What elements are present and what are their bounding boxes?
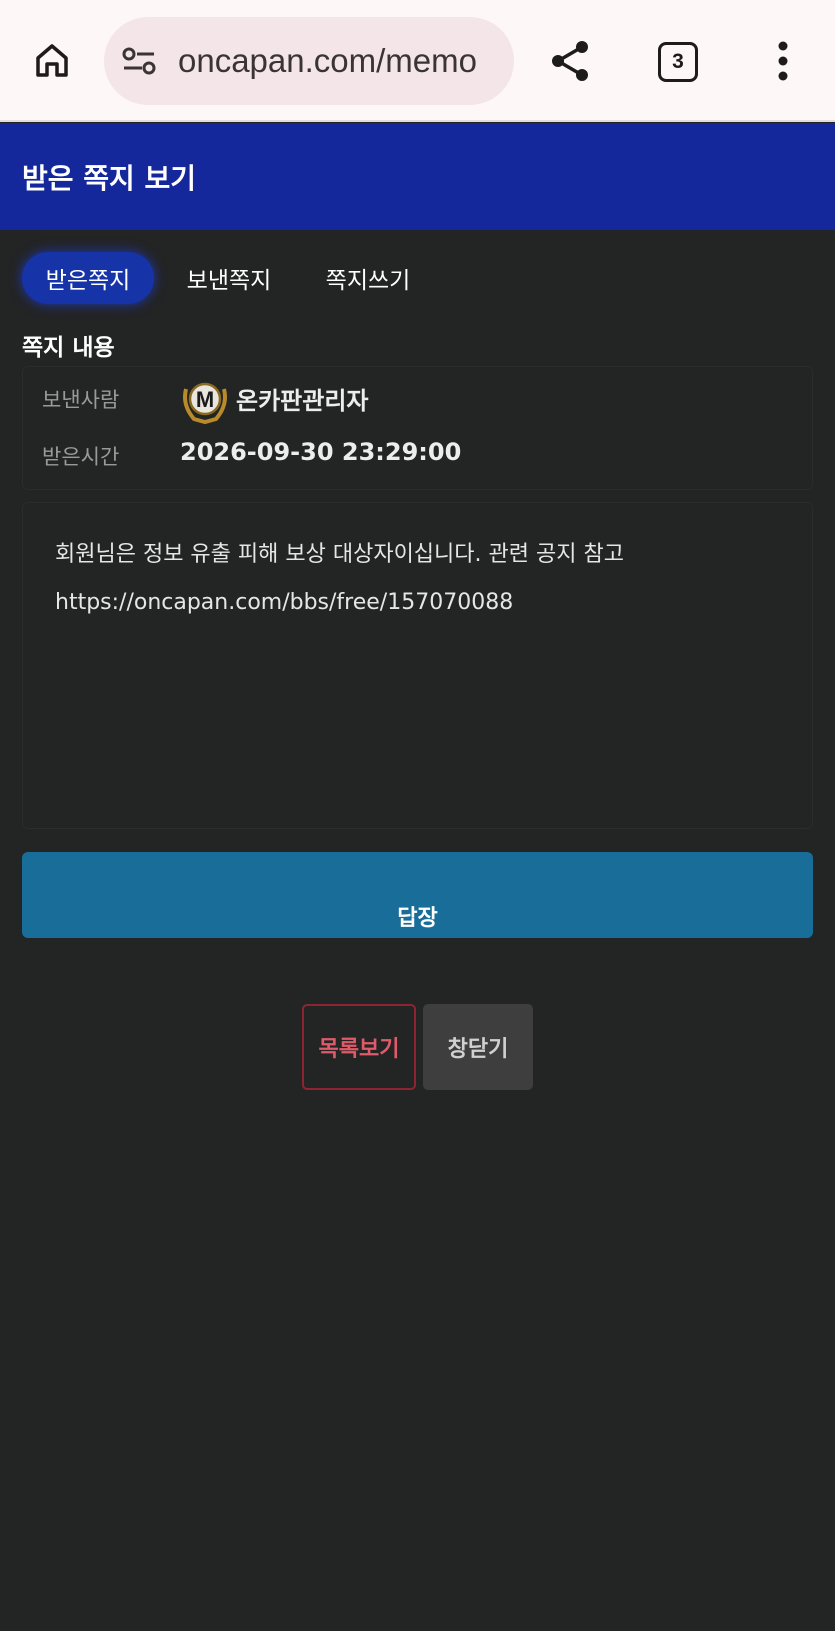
sender-name[interactable]: 온카판관리자 (236, 381, 368, 416)
received-time-label: 받은시간 (42, 445, 120, 469)
received-time: 2026-09-30 23:29:00 (180, 438, 462, 466)
browser-toolbar: oncapan.com/memo 3 (0, 0, 835, 122)
site-settings-icon[interactable] (120, 42, 158, 80)
sender-label: 보낸사람 (42, 388, 120, 412)
message-info-box (22, 366, 813, 490)
url-bar[interactable]: oncapan.com/memo (104, 17, 514, 105)
tab-write[interactable]: 쪽지쓰기 (306, 252, 430, 304)
message-text: 회원님은 정보 유출 피해 보상 대상자이십니다. 관련 공지 참고 (55, 542, 624, 567)
home-icon[interactable] (28, 36, 76, 84)
close-window-button[interactable]: 창닫기 (423, 1004, 533, 1090)
tab-received[interactable]: 받은쪽지 (22, 252, 154, 304)
url-text[interactable]: oncapan.com/memo (178, 42, 477, 80)
section-title: 쪽지 내용 (22, 335, 115, 361)
message-link[interactable]: https://oncapan.com/bbs/free/157070088 (55, 579, 780, 627)
admin-badge-icon: M (183, 382, 227, 425)
svg-text:M: M (196, 387, 214, 412)
reply-button[interactable]: 답장 (22, 852, 813, 938)
message-body: 회원님은 정보 유출 피해 보상 대상자이십니다. 관련 공지 참고 https… (22, 502, 813, 829)
list-button[interactable]: 목록보기 (302, 1004, 416, 1090)
more-vert-icon[interactable] (768, 38, 798, 84)
tab-sent[interactable]: 보낸쪽지 (168, 252, 290, 304)
tabs-icon[interactable]: 3 (658, 42, 698, 82)
share-icon[interactable] (546, 37, 594, 85)
page-header: 받은 쪽지 보기 (0, 123, 835, 230)
page-title: 받은 쪽지 보기 (22, 162, 197, 195)
